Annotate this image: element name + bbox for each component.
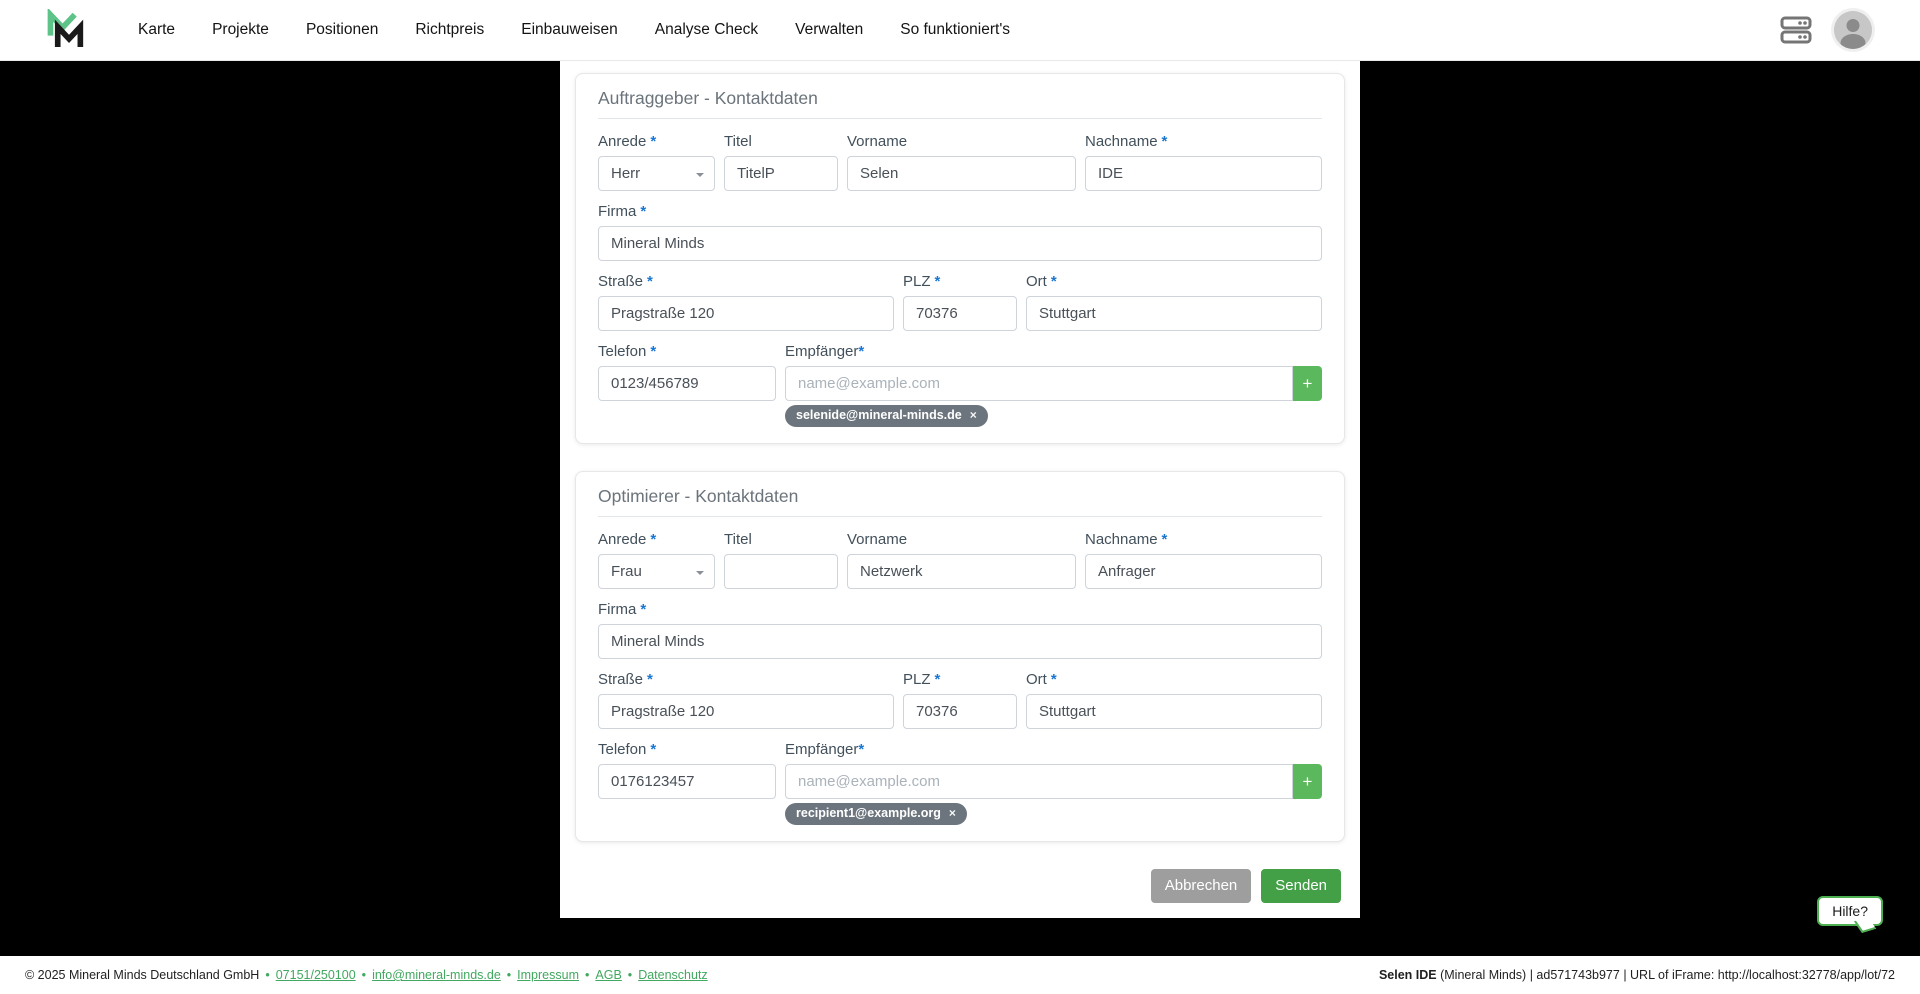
firma-label: Firma* [598, 601, 1322, 618]
help-button[interactable]: Hilfe? [1817, 896, 1883, 926]
table-rows-icon[interactable] [1780, 15, 1812, 45]
nachname-label: Nachname* [1085, 133, 1322, 150]
firma-input[interactable] [598, 624, 1322, 659]
nav-item-karte[interactable]: Karte [138, 21, 175, 39]
firma-input[interactable] [598, 226, 1322, 261]
recipient-chip-row: recipient1@example.org × [785, 803, 1322, 825]
ort-label: Ort* [1026, 671, 1322, 688]
nav-item-richtpreis[interactable]: Richtpreis [415, 21, 484, 39]
form-actions: Abbrechen Senden [575, 869, 1345, 903]
telefon-input[interactable] [598, 366, 776, 401]
session-details: (Mineral Minds) | ad571743b977 | URL of … [1437, 968, 1895, 982]
nav-item-positionen[interactable]: Positionen [306, 21, 378, 39]
strasse-input[interactable] [598, 296, 894, 331]
optimierer-section: Optimierer - Kontaktdaten Anrede* Frau T… [575, 471, 1345, 842]
telefon-label: Telefon* [598, 343, 776, 360]
footer-link-agb[interactable]: AGB [595, 968, 621, 982]
nachname-label: Nachname* [1085, 531, 1322, 548]
nav-item-projekte[interactable]: Projekte [212, 21, 269, 39]
ort-input[interactable] [1026, 296, 1322, 331]
footer-bar: © 2025 Mineral Minds Deutschland GmbH • … [0, 956, 1920, 994]
strasse-label: Straße* [598, 273, 894, 290]
plz-input[interactable] [903, 296, 1017, 331]
footer-link-email[interactable]: info@mineral-minds.de [372, 968, 501, 982]
logo-icon [44, 9, 86, 51]
contact-form-panel: Auftraggeber - Kontaktdaten Anrede* Herr… [560, 61, 1360, 918]
add-recipient-button[interactable]: + [1293, 366, 1322, 401]
titel-label: Titel [724, 133, 838, 150]
anrede-select[interactable]: Herr [598, 156, 715, 191]
telefon-label: Telefon* [598, 741, 776, 758]
nav-item-verwalten[interactable]: Verwalten [795, 21, 863, 39]
plz-label: PLZ* [903, 273, 1017, 290]
strasse-label: Straße* [598, 671, 894, 688]
section-title: Auftraggeber - Kontaktdaten [598, 88, 1322, 108]
empfaenger-input[interactable] [785, 764, 1293, 799]
anrede-label: Anrede* [598, 133, 715, 150]
footer-link-phone[interactable]: 07151/250100 [276, 968, 356, 982]
footer-link-datenschutz[interactable]: Datenschutz [638, 968, 707, 982]
empfaenger-label: Empfänger* [785, 741, 1322, 758]
plz-input[interactable] [903, 694, 1017, 729]
titel-input[interactable] [724, 156, 838, 191]
main-navigation: Karte Projekte Positionen Richtpreis Ein… [138, 21, 1010, 39]
divider [598, 118, 1322, 119]
section-title: Optimierer - Kontaktdaten [598, 486, 1322, 506]
plz-label: PLZ* [903, 671, 1017, 688]
recipient-chip-row: selenide@mineral-minds.de × [785, 405, 1322, 427]
nav-item-einbauweisen[interactable]: Einbauweisen [521, 21, 618, 39]
recipient-chip-label: recipient1@example.org [796, 807, 941, 821]
vorname-input[interactable] [847, 554, 1076, 589]
auftraggeber-section: Auftraggeber - Kontaktdaten Anrede* Herr… [575, 73, 1345, 444]
cancel-button[interactable]: Abbrechen [1151, 869, 1252, 903]
add-recipient-button[interactable]: + [1293, 764, 1322, 799]
anrede-select[interactable]: Frau [598, 554, 715, 589]
recipient-chip[interactable]: selenide@mineral-minds.de × [785, 405, 988, 427]
ort-label: Ort* [1026, 273, 1322, 290]
vorname-input[interactable] [847, 156, 1076, 191]
send-button[interactable]: Senden [1261, 869, 1341, 903]
navbar-right [1780, 11, 1872, 49]
user-avatar-icon[interactable] [1834, 11, 1872, 49]
telefon-input[interactable] [598, 764, 776, 799]
page-background: Auftraggeber - Kontaktdaten Anrede* Herr… [0, 61, 1920, 956]
recipient-chip-label: selenide@mineral-minds.de [796, 409, 962, 423]
remove-recipient-icon[interactable]: × [970, 409, 977, 422]
footer-link-impressum[interactable]: Impressum [517, 968, 579, 982]
titel-input[interactable] [724, 554, 838, 589]
divider [598, 516, 1322, 517]
session-user: Selen IDE [1379, 968, 1437, 982]
remove-recipient-icon[interactable]: × [949, 807, 956, 820]
vorname-label: Vorname [847, 531, 1076, 548]
mineral-minds-logo[interactable] [44, 9, 86, 51]
anrede-label: Anrede* [598, 531, 715, 548]
nav-item-so-funktionierts[interactable]: So funktioniert's [900, 21, 1010, 39]
session-info: Selen IDE (Mineral Minds) | ad571743b977… [1379, 968, 1895, 982]
footer-left: © 2025 Mineral Minds Deutschland GmbH • … [25, 968, 708, 982]
copyright-text: © 2025 Mineral Minds Deutschland GmbH [25, 968, 259, 982]
top-navbar: Karte Projekte Positionen Richtpreis Ein… [0, 0, 1920, 61]
empfaenger-input[interactable] [785, 366, 1293, 401]
titel-label: Titel [724, 531, 838, 548]
nachname-input[interactable] [1085, 156, 1322, 191]
vorname-label: Vorname [847, 133, 1076, 150]
ort-input[interactable] [1026, 694, 1322, 729]
strasse-input[interactable] [598, 694, 894, 729]
nav-item-analyse-check[interactable]: Analyse Check [655, 21, 758, 39]
firma-label: Firma* [598, 203, 1322, 220]
recipient-chip[interactable]: recipient1@example.org × [785, 803, 967, 825]
empfaenger-label: Empfänger* [785, 343, 1322, 360]
nachname-input[interactable] [1085, 554, 1322, 589]
